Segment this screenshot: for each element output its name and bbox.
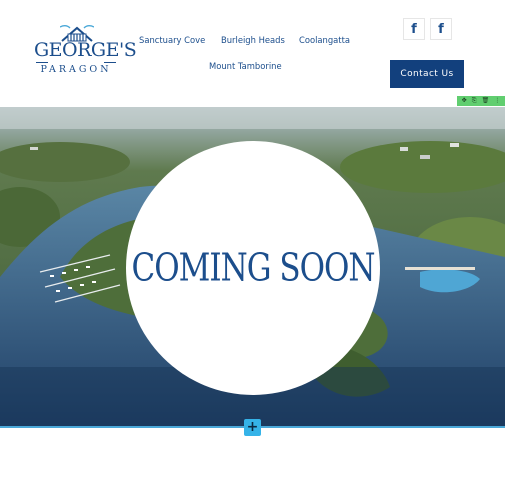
add-section-button[interactable]: +	[244, 419, 261, 436]
logo-rule-right	[104, 62, 116, 63]
nav-link-burleigh-heads[interactable]: Burleigh Heads	[221, 35, 285, 45]
logo-subtitle: PARAGON	[40, 64, 112, 75]
nav-link-sanctuary-cove[interactable]: Sanctuary Cove	[139, 35, 205, 45]
facebook-icon: f	[411, 21, 417, 37]
facebook-link-1[interactable]: f	[403, 18, 425, 40]
contact-us-button[interactable]: Contact Us	[390, 60, 464, 88]
nav-link-mount-tamborine[interactable]: Mount Tamborine	[209, 61, 282, 71]
logo-wordmark: GEORGE'S	[34, 39, 137, 61]
logo-rule-left	[36, 62, 48, 63]
site-header: GEORGE'S PARAGON Sanctuary Cove Burleigh…	[0, 0, 505, 107]
logo[interactable]: GEORGE'S PARAGON	[34, 24, 137, 82]
nav-link-coolangatta[interactable]: Coolangatta	[299, 35, 350, 45]
plus-icon: +	[246, 419, 259, 435]
section-edit-toolbar: ✥ ⎘ 🗑 ⋮	[457, 96, 505, 106]
delete-icon[interactable]: 🗑	[482, 96, 490, 106]
more-icon[interactable]: ⋮	[494, 96, 500, 106]
duplicate-icon[interactable]: ⎘	[472, 96, 477, 106]
facebook-link-2[interactable]: f	[430, 18, 452, 40]
move-icon[interactable]: ✥	[462, 96, 467, 106]
coming-soon-badge: COMING SOON	[126, 141, 380, 395]
facebook-icon: f	[438, 21, 444, 37]
hero-headline: COMING SOON	[131, 245, 375, 291]
